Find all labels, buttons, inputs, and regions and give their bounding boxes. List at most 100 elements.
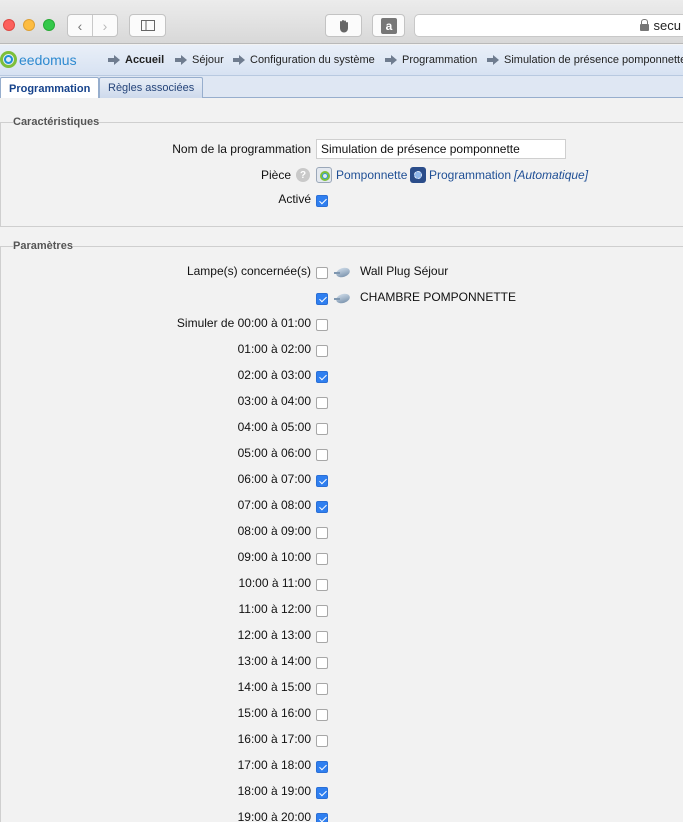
- time-slot-checkbox[interactable]: [316, 371, 328, 383]
- time-slot-checkbox[interactable]: [316, 761, 328, 773]
- fieldset-border: [0, 246, 1, 822]
- back-button[interactable]: ‹: [68, 15, 92, 36]
- time-slot-checkbox[interactable]: [316, 631, 328, 643]
- tab-regles-associees[interactable]: Règles associées: [99, 77, 204, 98]
- time-slot-label: 08:00 à 09:00: [237, 524, 311, 538]
- lamp-checkbox-chambre[interactable]: [316, 293, 328, 305]
- help-icon[interactable]: ?: [296, 168, 310, 182]
- time-slot-checkbox[interactable]: [316, 813, 328, 822]
- time-slot-label: 11:00 à 12:00: [238, 602, 311, 616]
- time-slot-checkbox[interactable]: [316, 475, 328, 487]
- tab-programmation[interactable]: Programmation: [0, 77, 100, 99]
- time-slot-checkbox[interactable]: [316, 683, 328, 695]
- breadcrumb-label: Configuration du système: [250, 54, 375, 66]
- time-slot-checkbox[interactable]: [316, 787, 328, 799]
- eedomus-logo[interactable]: eedomus: [0, 51, 77, 68]
- time-slot-checkbox[interactable]: [316, 449, 328, 461]
- time-slot-label: 19:00 à 20:00: [237, 810, 311, 822]
- fieldset-border: [0, 122, 1, 226]
- browser-toolbar: ‹ › a secu: [0, 0, 683, 44]
- mode-link[interactable]: [Automatique]: [514, 168, 588, 182]
- time-slot-label: 07:00 à 08:00: [237, 498, 311, 512]
- lock-icon: [639, 18, 649, 31]
- breadcrumb-label: Programmation: [402, 54, 478, 66]
- logo-ring-icon: [0, 51, 17, 68]
- active-label: Activé: [278, 192, 311, 206]
- lamps-label: Lampe(s) concernée(s): [186, 264, 311, 278]
- breadcrumb-sejour[interactable]: Séjour: [175, 54, 224, 66]
- lamp-checkbox-wall-plug[interactable]: [316, 267, 328, 279]
- time-slot-checkbox[interactable]: [316, 709, 328, 721]
- programmation-icon: [410, 167, 426, 183]
- time-slot-checkbox[interactable]: [316, 605, 328, 617]
- zoom-window-button[interactable]: [43, 19, 55, 31]
- time-slot-label: 01:00 à 02:00: [237, 342, 311, 356]
- fieldset-border: [0, 122, 683, 123]
- logo-text: eedomus: [19, 51, 77, 68]
- time-slot-label: 05:00 à 06:00: [237, 446, 311, 460]
- active-checkbox[interactable]: [316, 195, 328, 207]
- piece-label: Pièce: [260, 168, 291, 182]
- address-bar[interactable]: secu: [414, 14, 683, 37]
- time-slot-checkbox[interactable]: [316, 345, 328, 357]
- time-slot-label: 06:00 à 07:00: [237, 472, 311, 486]
- time-slot-label: Simuler de 00:00 à 01:00: [176, 316, 311, 330]
- time-slot-checkbox[interactable]: [316, 319, 328, 331]
- breadcrumb-simulation[interactable]: Simulation de présence pomponnette: [487, 54, 683, 66]
- extension-button[interactable]: [325, 14, 362, 37]
- close-window-button[interactable]: [3, 19, 15, 31]
- arrow-right-icon: [175, 55, 188, 65]
- app-header: eedomus Accueil Séjour Configuration du …: [0, 45, 683, 76]
- time-slot-label: 12:00 à 13:00: [237, 628, 311, 642]
- room-link[interactable]: Pomponnette: [336, 168, 407, 182]
- hand-icon: [339, 19, 348, 32]
- fieldset-border: [0, 246, 683, 247]
- breadcrumb-configuration[interactable]: Configuration du système: [233, 54, 375, 66]
- time-slot-checkbox[interactable]: [316, 657, 328, 669]
- tab-bar: Programmation Règles associées: [0, 76, 683, 99]
- breadcrumb-accueil[interactable]: Accueil: [108, 54, 164, 66]
- time-slot-label: 17:00 à 18:00: [237, 758, 311, 772]
- time-slot-checkbox[interactable]: [316, 423, 328, 435]
- arrow-right-icon: [108, 55, 121, 65]
- time-slot-label: 14:00 à 15:00: [237, 680, 311, 694]
- wall-plug-icon: [334, 292, 354, 304]
- history-nav: ‹ ›: [67, 14, 118, 37]
- time-slot-checkbox[interactable]: [316, 735, 328, 747]
- breadcrumb-label: Accueil: [125, 54, 165, 66]
- time-slot-label: 03:00 à 04:00: [237, 394, 311, 408]
- time-slot-label: 16:00 à 17:00: [237, 732, 311, 746]
- form-panel: Caractéristiques Nom de la programmation…: [0, 98, 683, 822]
- time-slot-checkbox[interactable]: [316, 501, 328, 513]
- svg-text:a: a: [385, 19, 392, 33]
- forward-button[interactable]: ›: [92, 15, 117, 36]
- name-label: Nom de la programmation: [172, 142, 311, 156]
- address-text: secu: [653, 18, 681, 33]
- sidebar-icon: [140, 20, 155, 31]
- time-slot-label: 15:00 à 16:00: [237, 706, 311, 720]
- sidebar-toggle-button[interactable]: [129, 14, 166, 37]
- time-slot-label: 18:00 à 19:00: [237, 784, 311, 798]
- fieldset-legend-caracteristiques: Caractéristiques: [13, 116, 100, 128]
- program-name-input[interactable]: [316, 139, 566, 159]
- lamp-label-wall-plug: Wall Plug Séjour: [360, 264, 449, 278]
- amazon-icon: a: [380, 17, 397, 34]
- time-slot-label: 09:00 à 10:00: [237, 550, 311, 564]
- time-slot-checkbox[interactable]: [316, 553, 328, 565]
- time-slot-label: 13:00 à 14:00: [237, 654, 311, 668]
- arrow-right-icon: [385, 55, 398, 65]
- breadcrumb-programmation[interactable]: Programmation: [385, 54, 477, 66]
- programmation-link[interactable]: Programmation: [429, 168, 511, 182]
- minimize-window-button[interactable]: [23, 19, 35, 31]
- arrow-right-icon: [233, 55, 246, 65]
- time-slot-label: 04:00 à 05:00: [237, 420, 311, 434]
- time-slot-checkbox[interactable]: [316, 579, 328, 591]
- breadcrumb-label: Simulation de présence pomponnette: [504, 54, 683, 66]
- wall-plug-icon: [334, 266, 354, 278]
- time-slot-label: 10:00 à 11:00: [238, 576, 311, 590]
- breadcrumb-label: Séjour: [192, 54, 224, 66]
- amazon-extension-button[interactable]: a: [372, 14, 405, 37]
- lamp-label-chambre: CHAMBRE POMPONNETTE: [360, 290, 517, 304]
- time-slot-checkbox[interactable]: [316, 397, 328, 409]
- time-slot-checkbox[interactable]: [316, 527, 328, 539]
